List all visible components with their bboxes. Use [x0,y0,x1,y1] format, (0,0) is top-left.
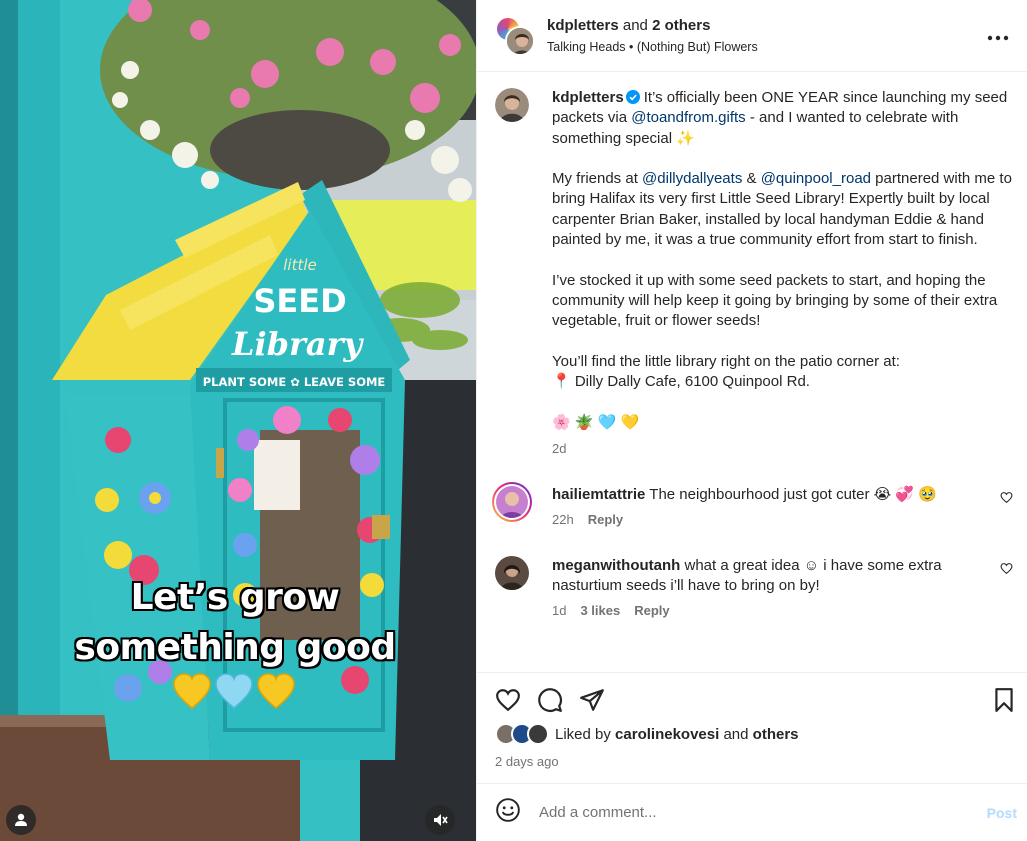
comment-like-icon[interactable] [1000,491,1013,504]
mute-icon [434,814,448,826]
heart-icon[interactable] [495,687,521,713]
comment-likes[interactable]: 3 likes [580,603,620,618]
comments-scroll[interactable]: kdpletters It’s officially been ONE YEAR … [477,72,1027,672]
reply-button[interactable]: Reply [588,512,623,527]
comment-item: meganwithoutanh what a great idea ☺ i ha… [495,555,1013,621]
caption-amp: & [746,170,757,188]
liked-by-user[interactable]: carolinekovesi [615,726,719,743]
reply-button[interactable]: Reply [634,603,669,618]
post-date[interactable]: 2 days ago [495,754,1017,769]
avatar [505,25,535,56]
post-comment-button[interactable]: Post [987,805,1017,821]
liked-by: Liked by carolinekovesi and others [495,723,1017,745]
verified-badge-icon [625,90,640,104]
comment-composer: Post [477,783,1027,841]
overlay-text-line2: something good [74,627,396,668]
mention-toandfrom[interactable]: @toandfrom.gifts [631,109,745,126]
story-ring-avatar[interactable] [491,481,533,523]
caption-text: kdpletters It’s officially been ONE YEAR … [552,88,1013,459]
liked-by-and: and [723,725,749,743]
avatar [527,723,549,745]
audio-track[interactable]: Talking Heads • (Nothing But) Flowers [547,40,983,54]
emoji-icon[interactable] [495,797,521,828]
caption-p4a: You’ll find the little library right on … [552,352,900,370]
liked-by-others[interactable]: others [753,726,799,743]
comment-username[interactable]: meganwithoutanh [552,557,680,574]
share-icon[interactable] [579,687,605,713]
comment-item: hailiemtattrie The neighbourhood just go… [492,482,1013,530]
comment-username[interactable]: hailiemtattrie [552,486,645,503]
more-options-icon[interactable] [983,20,1013,51]
caption-location: 📍 Dilly Dally Cafe, 6100 Quinpool Rd. [552,373,810,391]
mention-dillydallyeats[interactable]: @dillydallyeats [642,170,742,187]
comment-icon[interactable] [537,687,563,713]
header-others[interactable]: 2 others [652,17,710,34]
user-tag-icon [15,813,27,826]
collab-avatars[interactable] [495,15,535,56]
caption-username[interactable]: kdpletters [552,89,624,106]
comment-time[interactable]: 1d [552,603,566,618]
sign-banner: PLANT SOME ✿ LEAVE SOME [203,375,386,389]
caption-p2a: My friends at [552,170,638,188]
comment-input[interactable] [539,804,987,821]
post-actions: Liked by carolinekovesi and others 2 day… [477,672,1027,783]
sign-seed: SEED [253,282,346,320]
yellow-heart-icon [173,673,211,709]
header-username[interactable]: kdpletters [547,17,619,34]
mute-button[interactable] [425,805,455,835]
sign-library: Library [231,325,364,363]
save-icon[interactable] [991,687,1017,713]
mention-quinpool-road[interactable]: @quinpool_road [761,170,871,187]
media-image: little SEED Library PLANT SOME ✿ LEAVE S… [0,0,476,841]
post-header: kdpletters and 2 others Talking Heads • … [477,0,1027,72]
comment-like-icon[interactable] [1000,562,1013,575]
comment-time[interactable]: 22h [552,512,574,527]
sign-little: little [283,256,317,274]
avatar[interactable] [495,88,529,122]
avatar[interactable] [495,555,529,590]
liked-by-avatars[interactable] [495,723,553,745]
overlay-hearts [172,672,296,712]
post-media[interactable]: little SEED Library PLANT SOME ✿ LEAVE S… [0,0,476,841]
caption-emojis: 🌸 🪴 🩵 💛 [552,413,640,431]
caption-time[interactable]: 2d [552,441,566,456]
yellow-heart-icon [257,673,295,709]
header-and: and [622,17,648,34]
liked-by-prefix: Liked by [555,725,611,743]
overlay-text-line1: Let’s grow [130,577,340,618]
comment-text: The neighbourhood just got cuter 😭 💞 🥹 [649,486,937,504]
user-tag-button[interactable] [6,805,36,835]
post-panel: kdpletters and 2 others Talking Heads • … [476,0,1027,841]
light-blue-heart-icon [215,673,253,709]
caption-row: kdpletters It’s officially been ONE YEAR … [495,88,1013,459]
caption-p3: I’ve stocked it up with some seed packet… [552,271,998,330]
